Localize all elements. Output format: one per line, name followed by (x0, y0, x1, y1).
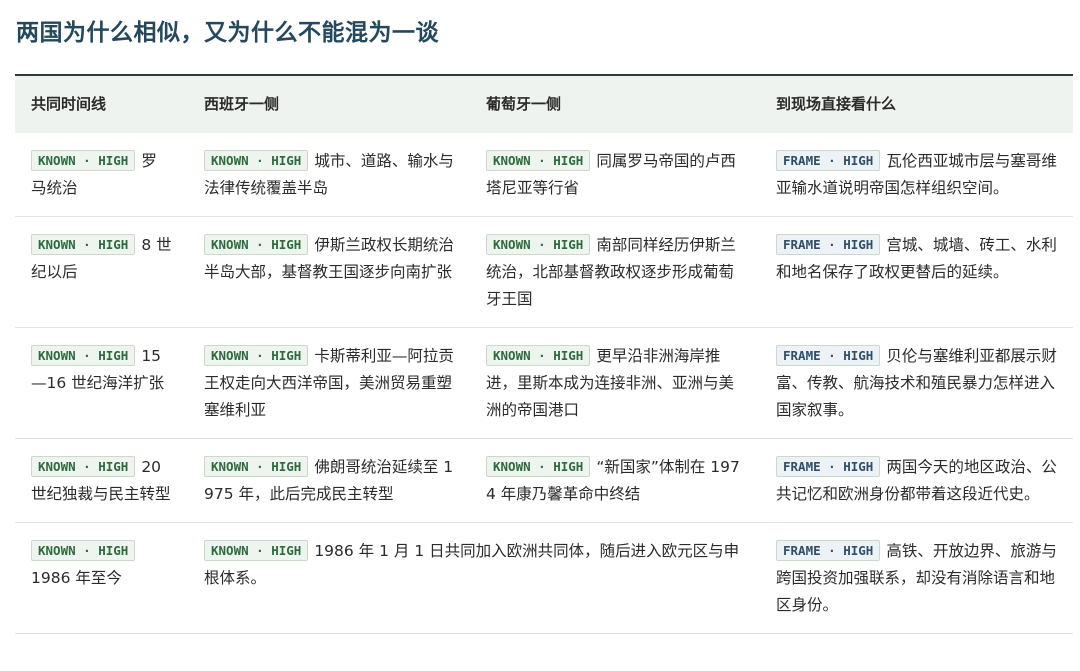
known-tag: KNOWN · HIGH (486, 234, 591, 255)
known-tag: KNOWN · HIGH (31, 540, 136, 561)
known-tag: KNOWN · HIGH (204, 540, 309, 561)
timeline-cell: KNOWN · HIGH 15—16 世纪海洋扩张 (15, 327, 188, 439)
table-row: KNOWN · HIGH 罗马统治 KNOWN · HIGH 城市、道路、输水与法律… (15, 133, 1073, 217)
timeline-cell: KNOWN · HIGH 罗马统治 (15, 133, 188, 217)
table-row: KNOWN · HIGH 15—16 世纪海洋扩张 KNOWN · HIGH 卡斯蒂… (15, 327, 1073, 439)
spain-cell: KNOWN · HIGH 卡斯蒂利亚—阿拉贡王权走向大西洋帝国，美洲贸易重塑塞维利… (188, 327, 470, 439)
see-cell: FRAME · HIGH 两国今天的地区政治、公共记忆和欧洲身份都带着这段近代史。 (760, 438, 1073, 523)
timeline-cell: KNOWN · HIGH 20 世纪独裁与民主转型 (15, 438, 188, 523)
table-row: KNOWN · HIGH 8 世纪以后 KNOWN · HIGH 伊斯兰政权长期统治… (15, 216, 1073, 328)
spain-cell: KNOWN · HIGH 城市、道路、输水与法律传统覆盖半岛 (188, 133, 470, 217)
spain-cell: KNOWN · HIGH 佛朗哥统治延续至 1975 年，此后完成民主转型 (188, 438, 470, 523)
known-tag: KNOWN · HIGH (31, 345, 136, 366)
comparison-table: 共同时间线 西班牙一侧 葡萄牙一侧 到现场直接看什么 KNOWN · HIGH 罗… (15, 74, 1073, 634)
page-title: 两国为什么相似，又为什么不能混为一谈 (16, 20, 439, 46)
shared-cell: KNOWN · HIGH 1986 年 1 月 1 日共同加入欧洲共同体，随后进入… (188, 522, 760, 634)
portugal-cell: KNOWN · HIGH 更早沿非洲海岸推进，里斯本成为连接非洲、亚洲与美洲的帝国… (470, 327, 760, 439)
spain-cell: KNOWN · HIGH 伊斯兰政权长期统治半岛大部，基督教王国逐步向南扩张 (188, 216, 470, 328)
known-tag: KNOWN · HIGH (204, 234, 309, 255)
table-row: KNOWN · HIGH 1986 年至今 KNOWN · HIGH 1986 年 … (15, 522, 1073, 634)
known-tag: KNOWN · HIGH (486, 345, 591, 366)
table-row: KNOWN · HIGH 20 世纪独裁与民主转型 KNOWN · HIGH 佛朗哥… (15, 438, 1073, 523)
see-cell: FRAME · HIGH 瓦伦西亚城市层与塞哥维亚输水道说明帝国怎样组织空间。 (760, 133, 1073, 217)
frame-tag: FRAME · HIGH (776, 540, 881, 561)
frame-tag: FRAME · HIGH (776, 345, 881, 366)
timeline-cell: KNOWN · HIGH 1986 年至今 (15, 522, 188, 634)
page: 两国为什么相似，又为什么不能混为一谈 共同时间线 西班牙一侧 葡萄牙一侧 到现场… (0, 0, 1080, 671)
known-tag: KNOWN · HIGH (31, 150, 136, 171)
header-see: 到现场直接看什么 (776, 95, 897, 113)
timeline-text: 1986 年至今 (31, 569, 122, 587)
see-cell: FRAME · HIGH 高铁、开放边界、旅游与跨国投资加强联系，却没有消除语言和… (760, 522, 1073, 634)
known-tag: KNOWN · HIGH (204, 345, 309, 366)
known-tag: KNOWN · HIGH (486, 150, 591, 171)
see-cell: FRAME · HIGH 贝伦与塞维利亚都展示财富、传教、航海技术和殖民暴力怎样进… (760, 327, 1073, 439)
portugal-cell: KNOWN · HIGH 南部同样经历伊斯兰统治，北部基督教政权逐步形成葡萄牙王国 (470, 216, 760, 328)
header-spain: 西班牙一侧 (204, 95, 280, 113)
frame-tag: FRAME · HIGH (776, 234, 881, 255)
header-portugal: 葡萄牙一侧 (486, 95, 562, 113)
known-tag: KNOWN · HIGH (204, 150, 309, 171)
table-header-row: 共同时间线 西班牙一侧 葡萄牙一侧 到现场直接看什么 (15, 75, 1073, 133)
known-tag: KNOWN · HIGH (204, 456, 309, 477)
known-tag: KNOWN · HIGH (31, 234, 136, 255)
known-tag: KNOWN · HIGH (486, 456, 591, 477)
portugal-cell: KNOWN · HIGH 同属罗马帝国的卢西塔尼亚等行省 (470, 133, 760, 217)
see-cell: FRAME · HIGH 宫城、城墙、砖工、水利和地名保存了政权更替后的延续。 (760, 216, 1073, 328)
frame-tag: FRAME · HIGH (776, 150, 881, 171)
timeline-cell: KNOWN · HIGH 8 世纪以后 (15, 216, 188, 328)
frame-tag: FRAME · HIGH (776, 456, 881, 477)
portugal-cell: KNOWN · HIGH “新国家”体制在 1974 年康乃馨革命中终结 (470, 438, 760, 523)
header-timeline: 共同时间线 (31, 95, 107, 113)
known-tag: KNOWN · HIGH (31, 456, 136, 477)
